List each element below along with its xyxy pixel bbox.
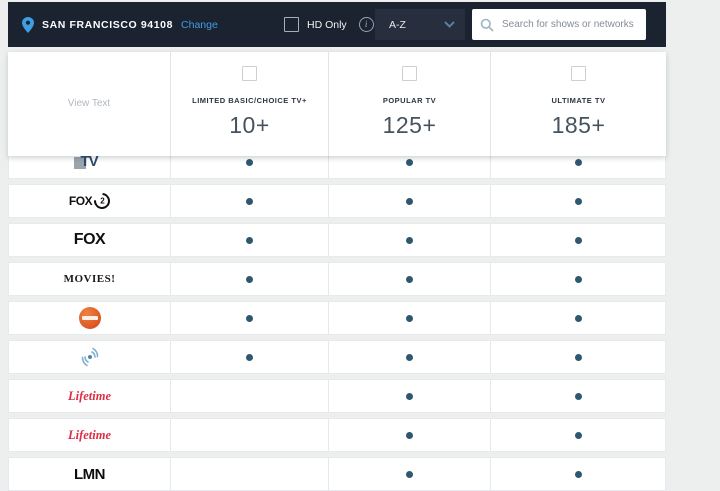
package-availability-cell (328, 419, 490, 451)
package-availability-cell (490, 302, 665, 334)
package-availability-cell (490, 263, 665, 295)
included-dot (406, 158, 413, 166)
package-availability-cell (328, 458, 490, 490)
location-pin-icon (22, 16, 34, 33)
search-icon (480, 18, 494, 32)
package-checkbox[interactable] (571, 66, 586, 81)
package-availability-cell (490, 458, 665, 490)
included-dot (406, 431, 413, 439)
view-text-link[interactable]: View Text (68, 98, 110, 109)
included-dot (406, 197, 413, 205)
package-availability-cell (490, 419, 665, 451)
included-dot (406, 353, 413, 361)
package-availability-cell (490, 380, 665, 412)
package-availability-cell (328, 263, 490, 295)
package-availability-cell (328, 341, 490, 373)
hd-only-label: HD Only (307, 18, 347, 31)
hd-only-checkbox[interactable] (284, 17, 299, 32)
included-dot (574, 392, 582, 400)
package-header-card: View Text LIMITED BASIC/CHOICE TV+ 10+ P… (8, 52, 666, 156)
included-dot (246, 275, 253, 283)
included-dot (574, 353, 582, 361)
included-dot (246, 236, 253, 244)
package-availability-cell (170, 458, 328, 490)
included-dot (246, 353, 253, 361)
package-availability-cell (328, 224, 490, 256)
package-availability-cell (170, 380, 328, 412)
package-availability-cell (170, 302, 328, 334)
package-availability-cell (170, 185, 328, 217)
included-dot (246, 158, 253, 166)
table-row (8, 301, 666, 335)
package-name: LIMITED BASIC/CHOICE TV+ (192, 96, 307, 105)
included-dot (406, 314, 413, 322)
package-availability-cell (328, 185, 490, 217)
lmn-logo: LMN (74, 465, 106, 483)
package-availability-cell (490, 341, 665, 373)
orange-circle-logo (78, 307, 101, 329)
included-dot (406, 392, 413, 400)
view-column: View Text (8, 52, 170, 156)
info-icon[interactable]: i (358, 17, 374, 32)
change-location-link[interactable]: Change (181, 19, 218, 31)
hd-only-group: HD Only i (284, 2, 374, 47)
package-availability-cell (170, 341, 328, 373)
package-channel-count: 125+ (382, 112, 437, 138)
table-row: LMN (8, 457, 666, 491)
package-channel-count: 10+ (229, 112, 270, 138)
table-row: FOX (8, 223, 666, 257)
package-channel-count: 185+ (551, 112, 606, 138)
channel-lineup-page: SAN FRANCISCO 94108 Change HD Only i A-Z… (0, 0, 720, 491)
package-availability-cell (170, 263, 328, 295)
package-availability-cell (328, 380, 490, 412)
package-name: POPULAR TV (382, 96, 437, 105)
package-availability-cell (490, 224, 665, 256)
package-column: ULTIMATE TV 185+ (490, 52, 666, 156)
table-row (8, 340, 666, 374)
lifetime-logo: Lifetime (67, 388, 112, 403)
included-dot (574, 197, 582, 205)
included-dot (574, 470, 582, 478)
chevron-down-icon (444, 21, 455, 28)
table-row: FOX 2 (8, 184, 666, 218)
radio-waves-logo (79, 346, 101, 368)
top-bar: SAN FRANCISCO 94108 Change HD Only i A-Z (8, 2, 666, 47)
package-availability-cell (490, 185, 665, 217)
table-row: MOVIES! (8, 262, 666, 296)
sort-dropdown-value: A-Z (389, 18, 406, 31)
package-column: LIMITED BASIC/CHOICE TV+ 10+ (170, 52, 328, 156)
included-dot (246, 197, 253, 205)
table-row: Lifetime (8, 418, 666, 452)
package-checkbox[interactable] (402, 66, 417, 81)
lifetime-logo: Lifetime (67, 427, 112, 442)
search-input[interactable] (500, 18, 638, 31)
fox2-logo: FOX 2 (69, 189, 114, 213)
table-row: Lifetime (8, 379, 666, 413)
package-checkbox[interactable] (242, 66, 257, 81)
package-availability-cell (170, 224, 328, 256)
included-dot (574, 158, 582, 166)
included-dot (574, 275, 582, 283)
search-box (472, 9, 646, 40)
package-availability-cell (328, 302, 490, 334)
package-column: POPULAR TV 125+ (328, 52, 490, 156)
included-dot (406, 470, 413, 478)
location-group: SAN FRANCISCO 94108 Change (22, 2, 218, 47)
included-dot (246, 314, 253, 322)
included-dot (574, 236, 582, 244)
location-text: SAN FRANCISCO 94108 (42, 18, 174, 31)
included-dot (406, 236, 413, 244)
fox-logo: FOX (73, 231, 106, 248)
movies-logo: MOVIES! (63, 273, 116, 285)
included-dot (574, 314, 582, 322)
package-availability-cell (170, 419, 328, 451)
included-dot (574, 431, 582, 439)
included-dot (406, 275, 413, 283)
package-name: ULTIMATE TV (551, 96, 606, 105)
sort-dropdown[interactable]: A-Z (375, 9, 465, 40)
